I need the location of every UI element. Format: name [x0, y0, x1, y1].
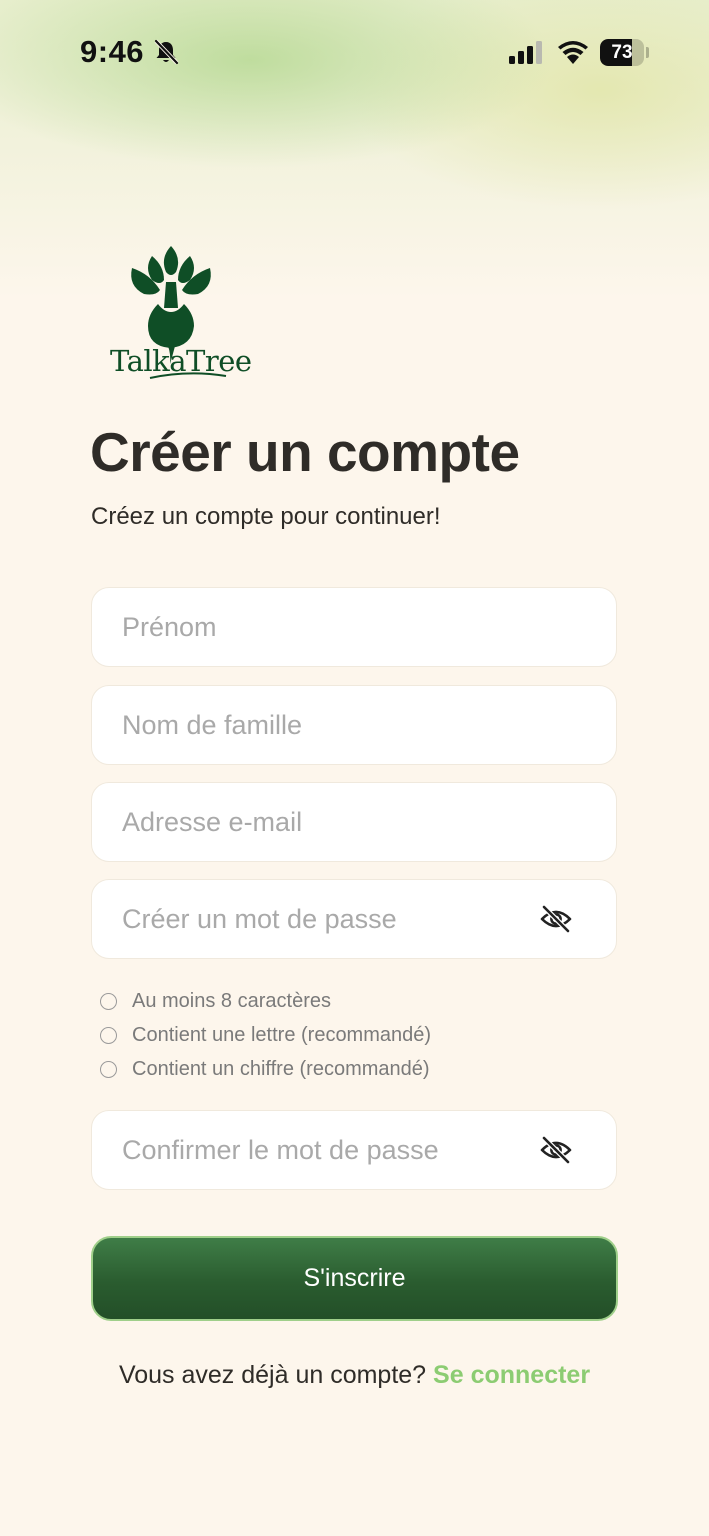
status-bar: 9:46 73 — [0, 0, 709, 104]
eye-off-icon[interactable] — [540, 905, 572, 933]
password-field-container — [91, 879, 617, 959]
first-name-field-container — [91, 587, 617, 667]
password-requirements: Au moins 8 caractères Contient une lettr… — [100, 984, 431, 1086]
brand-name: TalkaTree — [110, 344, 252, 378]
unchecked-circle-icon — [100, 1060, 117, 1078]
login-link[interactable]: Se connecter — [433, 1361, 590, 1389]
requirement-item: Contient une lettre (recommandé) — [100, 1018, 431, 1052]
eye-off-icon[interactable] — [540, 1136, 572, 1164]
signup-button[interactable]: S'inscrire — [91, 1236, 618, 1321]
page-title: Créer un compte — [90, 421, 520, 483]
page-subtitle: Créez un compte pour continuer! — [91, 503, 441, 530]
requirement-item: Au moins 8 caractères — [100, 984, 431, 1018]
unchecked-circle-icon — [100, 992, 117, 1010]
password-input[interactable] — [120, 880, 524, 959]
status-time: 9:46 — [80, 34, 145, 69]
requirement-label: Au moins 8 caractères — [132, 989, 331, 1012]
cellular-signal-icon — [509, 41, 542, 64]
login-prompt-text: Vous avez déjà un compte? — [118, 1361, 434, 1389]
confirm-password-field-container — [91, 1110, 617, 1190]
first-name-input[interactable] — [120, 588, 524, 667]
battery-percent: 73 — [611, 42, 633, 63]
confirm-password-input[interactable] — [120, 1111, 524, 1190]
requirement-label: Contient un chiffre (recommandé) — [132, 1057, 430, 1080]
bell-slash-icon — [154, 39, 179, 65]
requirement-item: Contient un chiffre (recommandé) — [100, 1052, 431, 1086]
email-input[interactable] — [120, 783, 524, 862]
login-prompt-row: Vous avez déjà un compte? Se connecter — [0, 1361, 709, 1390]
battery-icon: 73 — [600, 39, 644, 66]
email-field-container — [91, 782, 617, 862]
last-name-input[interactable] — [120, 686, 524, 765]
unchecked-circle-icon — [100, 1026, 117, 1044]
last-name-field-container — [91, 685, 617, 765]
wifi-icon — [558, 41, 588, 64]
requirement-label: Contient une lettre (recommandé) — [132, 1023, 432, 1046]
battery-nub — [646, 47, 649, 58]
